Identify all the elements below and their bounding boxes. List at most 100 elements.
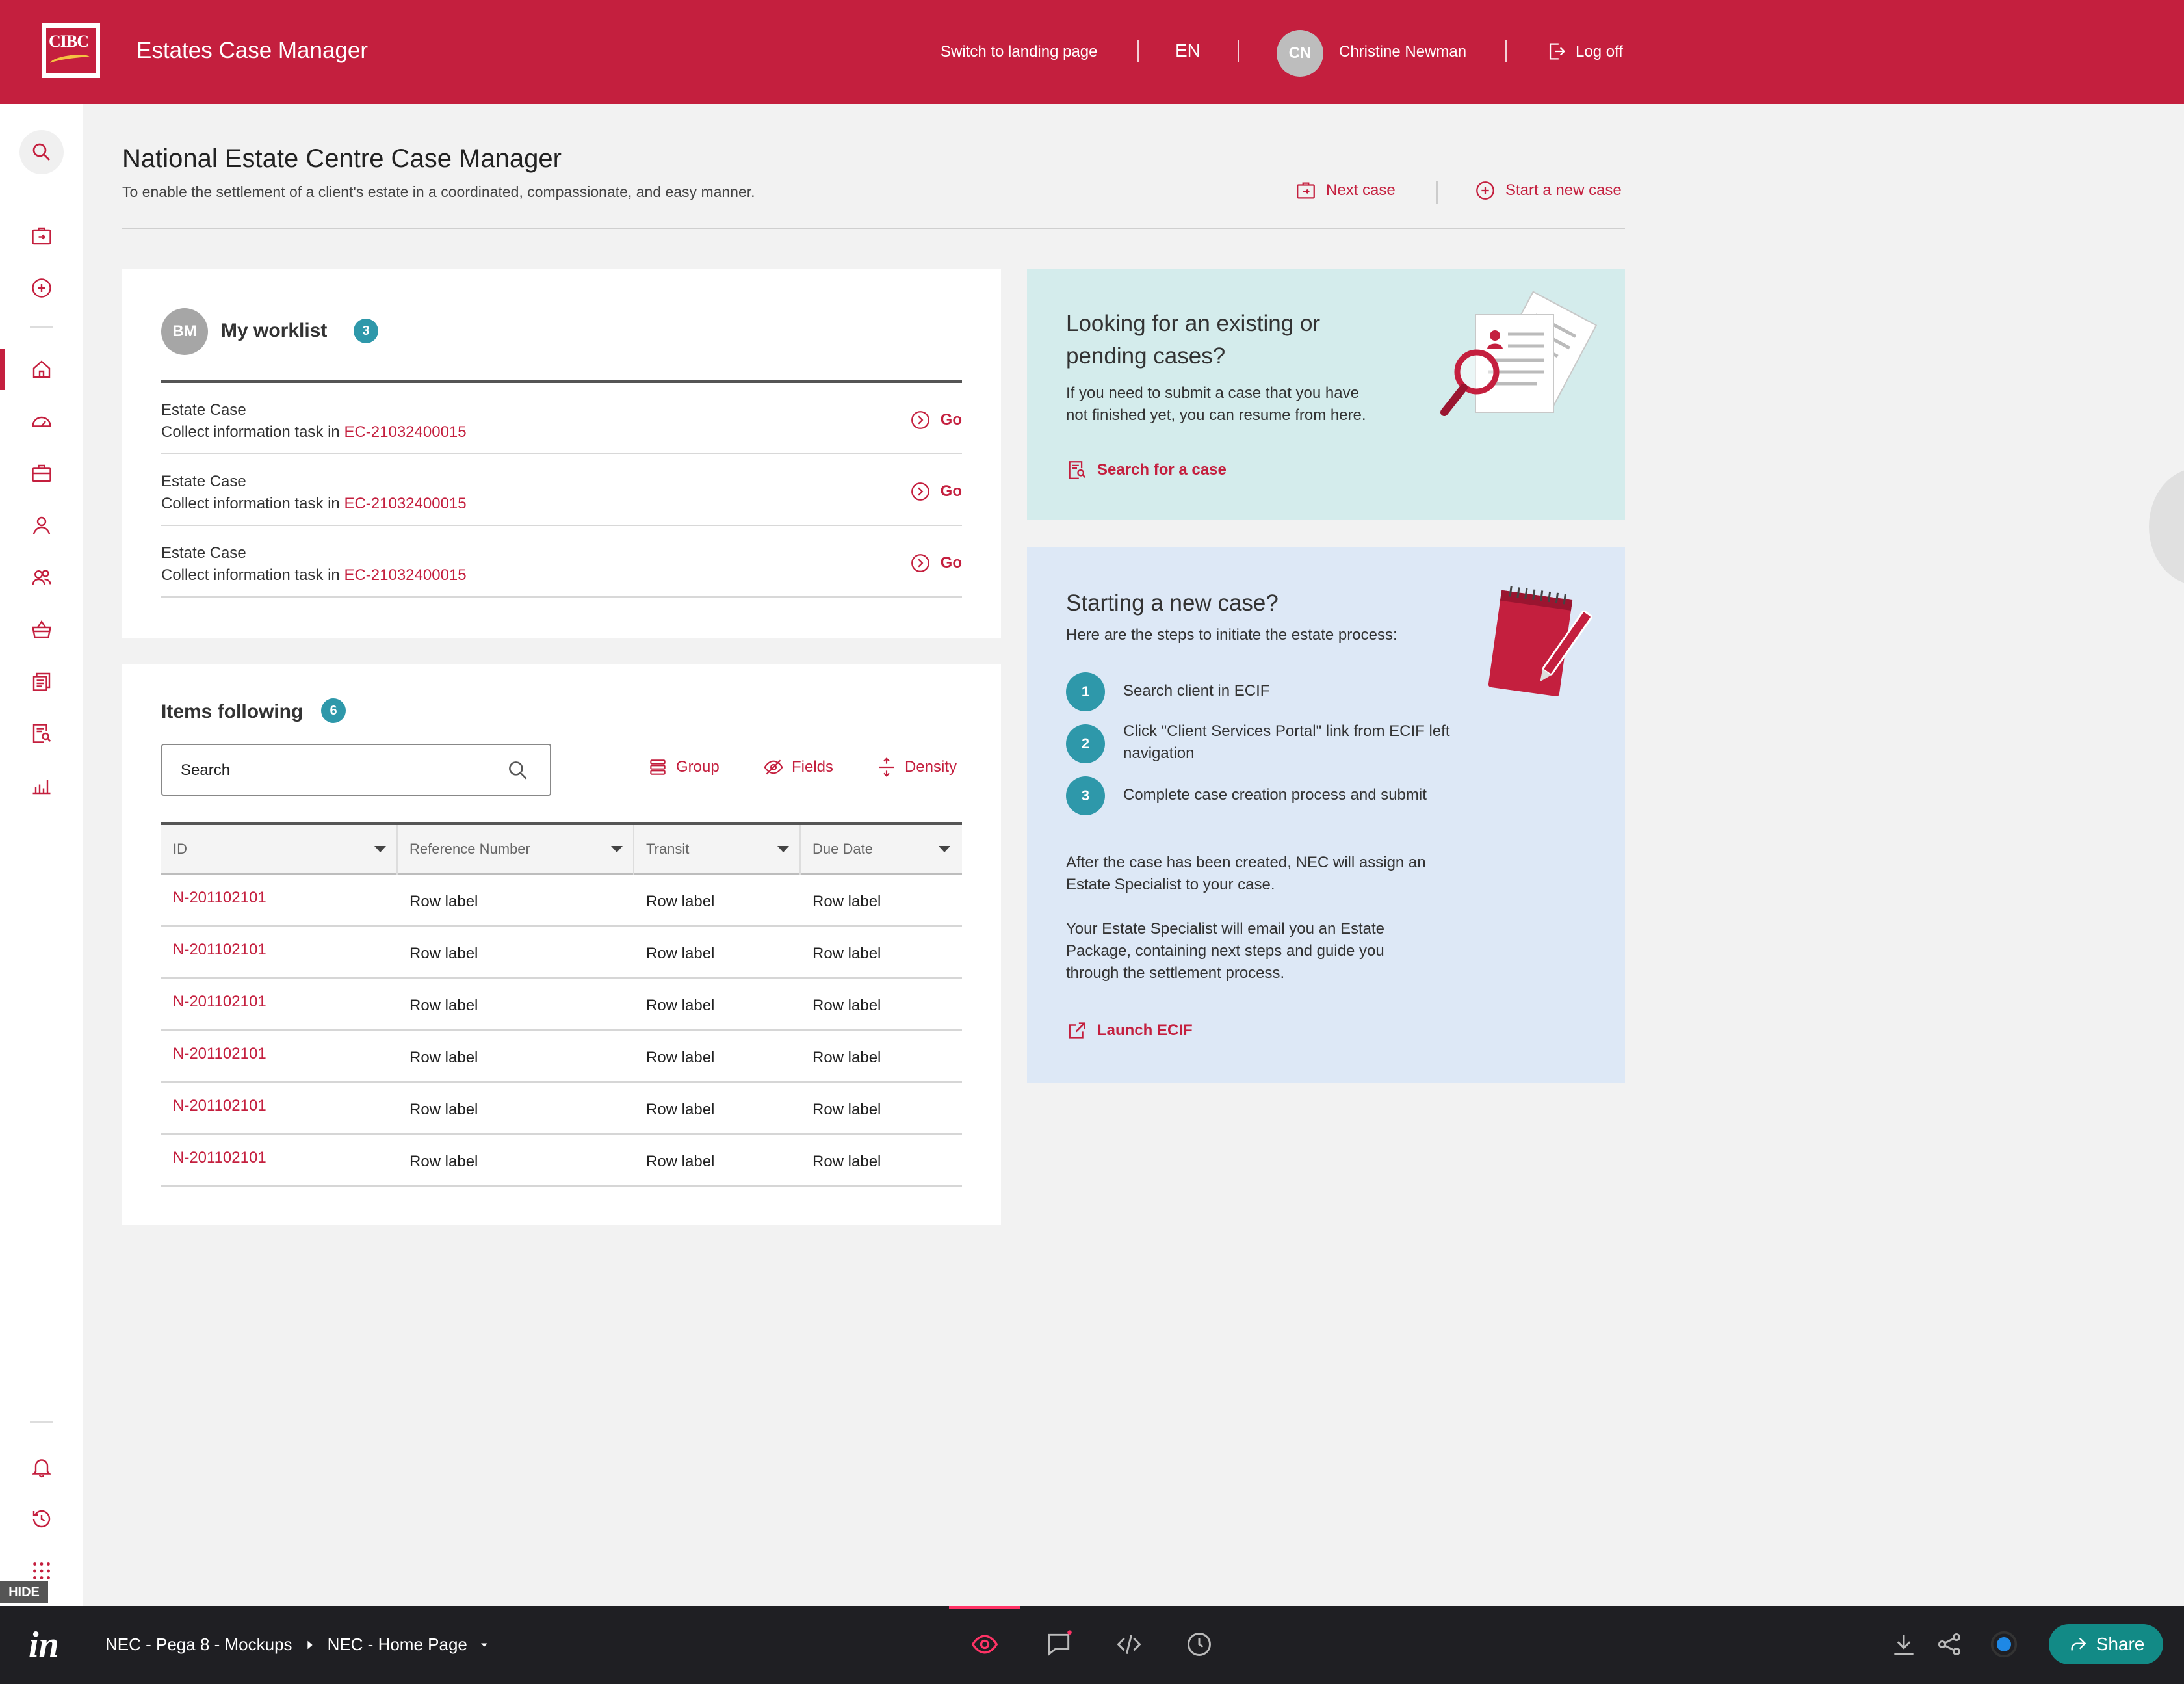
- hide-toggle[interactable]: HIDE: [0, 1581, 48, 1603]
- next-case-icon: [1297, 182, 1315, 199]
- step-number: 1: [1066, 672, 1105, 711]
- app-title: Estates Case Manager: [136, 38, 369, 63]
- table-row: N-201102101 Row label Row label Row labe…: [161, 979, 962, 1031]
- screen-link[interactable]: NEC - Home Page: [328, 1635, 467, 1655]
- header-divider: [1138, 40, 1139, 62]
- group-label: Group: [676, 758, 720, 776]
- logout-link[interactable]: Log off: [1576, 43, 1623, 61]
- header-rule: [122, 228, 1625, 229]
- search-case-label: Search for a case: [1097, 461, 1227, 479]
- row-cell: Row label: [646, 945, 715, 962]
- go-button[interactable]: Go: [909, 409, 962, 431]
- row-id-link[interactable]: N-201102101: [173, 1097, 266, 1115]
- rail-divider: [30, 1421, 53, 1423]
- next-case-button[interactable]: Next case: [1295, 179, 1396, 202]
- invision-logo[interactable]: in: [29, 1624, 59, 1666]
- row-cell: Row label: [410, 1049, 478, 1066]
- items-following-card: Items following 6 Group Fields Density I…: [122, 664, 1001, 1225]
- fields-button[interactable]: Fields: [763, 757, 833, 778]
- existing-title-line1: Looking for an existing or: [1066, 311, 1321, 336]
- column-header-due-date[interactable]: Due Date: [801, 825, 962, 875]
- add-case-icon[interactable]: [0, 265, 83, 311]
- search-icon[interactable]: [506, 758, 530, 783]
- row-cell: Row label: [812, 1153, 881, 1170]
- task-text: Collect information task in: [161, 566, 340, 584]
- cibc-logo[interactable]: CIBC: [42, 23, 100, 78]
- user-name[interactable]: Christine Newman: [1339, 43, 1466, 61]
- basket-icon[interactable]: [0, 607, 83, 652]
- table-row: N-201102101 Row label Row label Row labe…: [161, 1135, 962, 1187]
- row-cell: Row label: [410, 893, 478, 910]
- launch-ecif-link[interactable]: Launch ECIF: [1066, 1020, 1193, 1042]
- following-search[interactable]: [161, 744, 551, 796]
- row-cell: Row label: [646, 893, 715, 910]
- chevron-down-icon[interactable]: [478, 1638, 491, 1651]
- column-header-id[interactable]: ID: [161, 825, 398, 875]
- left-nav-rail: [0, 104, 83, 1606]
- column-header-reference[interactable]: Reference Number: [398, 825, 634, 875]
- code-icon[interactable]: [1113, 1628, 1145, 1661]
- home-icon[interactable]: [0, 347, 83, 392]
- history-icon[interactable]: [0, 1496, 83, 1542]
- go-label: Go: [940, 482, 962, 500]
- search-input[interactable]: [179, 758, 485, 783]
- notepad-illustration: [1488, 586, 1592, 697]
- row-cell: Row label: [812, 1049, 881, 1066]
- search-document-icon[interactable]: [0, 711, 83, 756]
- share-nodes-icon[interactable]: [1933, 1628, 1966, 1661]
- go-button[interactable]: Go: [909, 480, 962, 503]
- bell-icon[interactable]: [0, 1444, 83, 1490]
- user-avatar[interactable]: CN: [1277, 30, 1323, 77]
- briefcase-icon[interactable]: [0, 451, 83, 496]
- top-header: CIBC Estates Case Manager Switch to land…: [0, 0, 2184, 104]
- row-id-link[interactable]: N-201102101: [173, 1149, 266, 1167]
- rail-divider: [30, 326, 53, 328]
- row-id-link[interactable]: N-201102101: [173, 993, 266, 1011]
- row-cell: Row label: [646, 1049, 715, 1066]
- column-header-transit[interactable]: Transit: [634, 825, 801, 875]
- row-id-link[interactable]: N-201102101: [173, 1045, 266, 1063]
- existing-text-line1: If you need to submit a case that you ha…: [1066, 384, 1359, 402]
- reports-icon[interactable]: [0, 763, 83, 808]
- search-document-icon: [1069, 461, 1086, 479]
- invision-toolbar: in NEC - Pega 8 - Mockups NEC - Home Pag…: [0, 1606, 2184, 1684]
- download-icon[interactable]: [1888, 1628, 1920, 1661]
- user-icon[interactable]: [0, 503, 83, 548]
- row-cell: Row label: [812, 945, 881, 962]
- case-id-link[interactable]: EC-21032400015: [344, 423, 466, 441]
- dashboard-icon[interactable]: [0, 399, 83, 444]
- users-icon[interactable]: [0, 555, 83, 600]
- preview-eye-icon[interactable]: [968, 1628, 1001, 1661]
- share-button[interactable]: Share: [2049, 1624, 2163, 1664]
- row-id-link[interactable]: N-201102101: [173, 941, 266, 959]
- comment-icon[interactable]: [1043, 1628, 1075, 1661]
- sort-caret-icon: [611, 846, 623, 852]
- start-new-case-button[interactable]: Start a new case: [1474, 179, 1622, 202]
- search-icon[interactable]: [20, 130, 64, 174]
- case-id-link[interactable]: EC-21032400015: [344, 566, 466, 584]
- logout-icon[interactable]: [1546, 40, 1568, 62]
- go-button[interactable]: Go: [909, 552, 962, 574]
- chevron-right-icon: [307, 1640, 313, 1649]
- search-case-link[interactable]: Search for a case: [1066, 459, 1227, 481]
- density-button[interactable]: Density: [876, 757, 957, 778]
- row-id-link[interactable]: N-201102101: [173, 889, 266, 907]
- eye-off-icon: [764, 759, 783, 775]
- logo-text: CIBC: [49, 32, 89, 51]
- project-link[interactable]: NEC - Pega 8 - Mockups: [105, 1635, 292, 1655]
- case-type: Estate Case: [161, 544, 246, 562]
- history-icon[interactable]: [1183, 1628, 1216, 1661]
- documents-icon[interactable]: [0, 659, 83, 704]
- task-text: Collect information task in: [161, 423, 340, 441]
- presence-avatar-icon[interactable]: [1988, 1628, 2020, 1661]
- group-button[interactable]: Group: [647, 757, 720, 778]
- switch-landing-link[interactable]: Switch to landing page: [941, 43, 1098, 61]
- chevron-circle-icon: [911, 482, 930, 501]
- next-screen-handle[interactable]: [2149, 468, 2184, 585]
- header-divider: [1238, 40, 1239, 62]
- action-divider: [1436, 181, 1438, 204]
- case-id-link[interactable]: EC-21032400015: [344, 495, 466, 512]
- language-toggle[interactable]: EN: [1175, 40, 1201, 61]
- fields-label: Fields: [792, 758, 834, 776]
- next-case-icon[interactable]: [0, 213, 83, 259]
